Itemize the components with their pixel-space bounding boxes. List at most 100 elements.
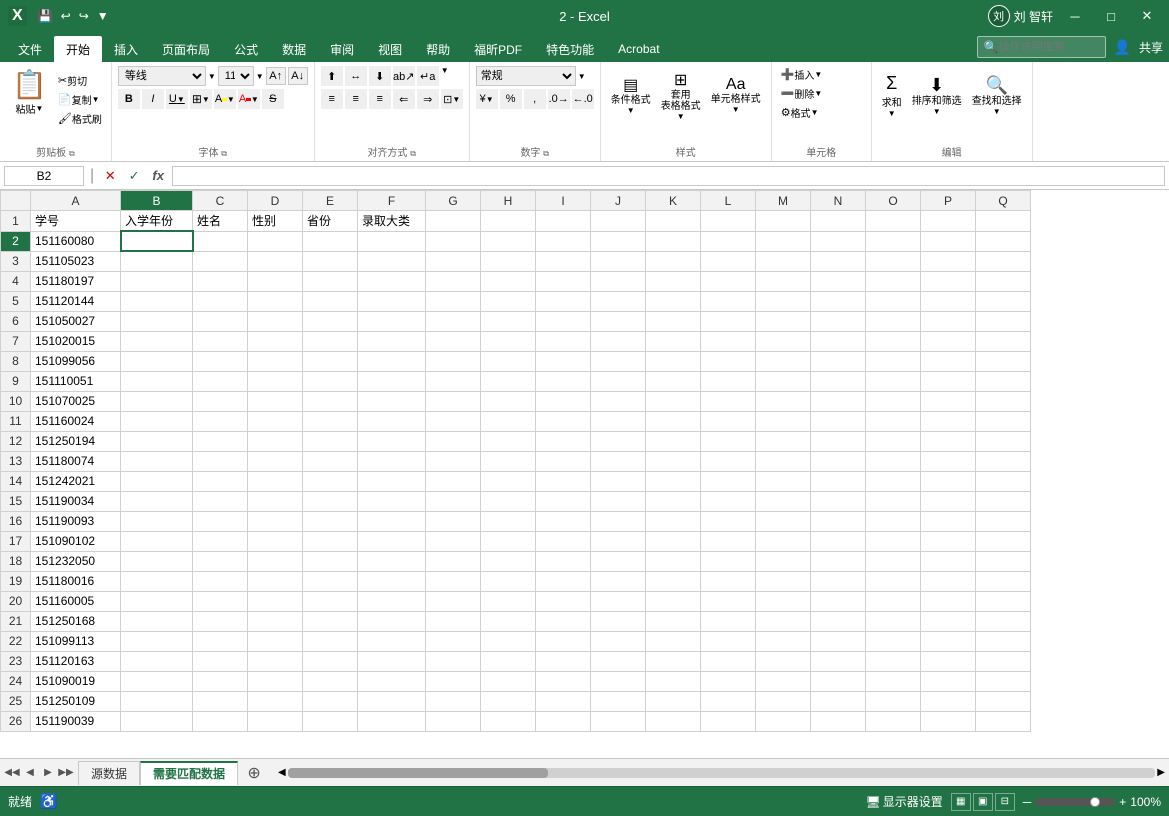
cell-G21[interactable] (426, 611, 481, 631)
cell-O15[interactable] (866, 491, 921, 511)
undo-icon[interactable]: ↩ (58, 8, 74, 24)
row-header-24[interactable]: 24 (1, 671, 31, 691)
cell-A12[interactable]: 151250194 (31, 431, 121, 451)
cell-C2[interactable] (193, 231, 248, 251)
cell-H17[interactable] (481, 531, 536, 551)
row-header-17[interactable]: 17 (1, 531, 31, 551)
cell-P4[interactable] (921, 271, 976, 291)
cell-O4[interactable] (866, 271, 921, 291)
cell-J16[interactable] (591, 511, 646, 531)
cell-O25[interactable] (866, 691, 921, 711)
cell-I24[interactable] (536, 671, 591, 691)
tab-formula[interactable]: 公式 (222, 36, 270, 62)
paste-button[interactable]: 📋 粘贴▼ (6, 66, 53, 118)
cell-F8[interactable] (358, 351, 426, 371)
cell-B7[interactable] (121, 331, 193, 351)
cell-G25[interactable] (426, 691, 481, 711)
cell-L9[interactable] (701, 371, 756, 391)
cell-N15[interactable] (811, 491, 866, 511)
cell-I17[interactable] (536, 531, 591, 551)
cell-C10[interactable] (193, 391, 248, 411)
cell-J8[interactable] (591, 351, 646, 371)
tab-help[interactable]: 帮助 (414, 36, 462, 62)
cell-H15[interactable] (481, 491, 536, 511)
cell-B26[interactable] (121, 711, 193, 731)
cell-C5[interactable] (193, 291, 248, 311)
cell-O1[interactable] (866, 211, 921, 232)
cell-Q15[interactable] (976, 491, 1031, 511)
cell-D18[interactable] (248, 551, 303, 571)
cell-H8[interactable] (481, 351, 536, 371)
cell-F18[interactable] (358, 551, 426, 571)
cell-D20[interactable] (248, 591, 303, 611)
fill-color-button[interactable]: A ▼ (214, 89, 236, 109)
cell-A5[interactable]: 151120144 (31, 291, 121, 311)
cell-D17[interactable] (248, 531, 303, 551)
page-break-view-button[interactable]: ⊟ (995, 793, 1015, 811)
border-button[interactable]: ⊞▼ (190, 89, 212, 109)
cell-K26[interactable] (646, 711, 701, 731)
cell-styles-button[interactable]: Aa 单元格样式 ▼ (707, 66, 765, 124)
cell-G12[interactable] (426, 431, 481, 451)
sheet-tab-match[interactable]: 需要匹配数据 (140, 761, 238, 785)
cell-B19[interactable] (121, 571, 193, 591)
cell-P18[interactable] (921, 551, 976, 571)
cell-N18[interactable] (811, 551, 866, 571)
cell-P9[interactable] (921, 371, 976, 391)
cell-J15[interactable] (591, 491, 646, 511)
cell-B23[interactable] (121, 651, 193, 671)
cell-K8[interactable] (646, 351, 701, 371)
cell-B9[interactable] (121, 371, 193, 391)
row-header-5[interactable]: 5 (1, 291, 31, 311)
cell-J25[interactable] (591, 691, 646, 711)
cell-K14[interactable] (646, 471, 701, 491)
cell-H9[interactable] (481, 371, 536, 391)
cell-O17[interactable] (866, 531, 921, 551)
formula-input[interactable] (172, 166, 1165, 186)
col-header-E[interactable]: E (303, 191, 358, 211)
tab-page-layout[interactable]: 页面布局 (150, 36, 222, 62)
cell-C24[interactable] (193, 671, 248, 691)
cell-E23[interactable] (303, 651, 358, 671)
cell-J20[interactable] (591, 591, 646, 611)
cell-E24[interactable] (303, 671, 358, 691)
cell-Q22[interactable] (976, 631, 1031, 651)
text-direction-button[interactable]: ab↗ (393, 66, 415, 86)
sheet-scroll-prev-icon[interactable]: ◀ (22, 765, 38, 781)
cell-Q6[interactable] (976, 311, 1031, 331)
cell-E12[interactable] (303, 431, 358, 451)
fill-button[interactable]: ⬇ 排序和筛选 ▼ (908, 66, 966, 124)
row-header-14[interactable]: 14 (1, 471, 31, 491)
cell-M20[interactable] (756, 591, 811, 611)
cell-Q11[interactable] (976, 411, 1031, 431)
cell-G8[interactable] (426, 351, 481, 371)
cell-K1[interactable] (646, 211, 701, 232)
cell-K7[interactable] (646, 331, 701, 351)
cell-O10[interactable] (866, 391, 921, 411)
cell-L1[interactable] (701, 211, 756, 232)
cell-E1[interactable]: 省份 (303, 211, 358, 232)
search-input[interactable] (999, 41, 1099, 53)
cell-J4[interactable] (591, 271, 646, 291)
cell-H7[interactable] (481, 331, 536, 351)
cell-K24[interactable] (646, 671, 701, 691)
save-icon[interactable]: 💾 (35, 8, 56, 24)
cell-K21[interactable] (646, 611, 701, 631)
cell-J26[interactable] (591, 711, 646, 731)
cell-A4[interactable]: 151180197 (31, 271, 121, 291)
cell-B13[interactable] (121, 451, 193, 471)
tab-file[interactable]: 文件 (6, 36, 54, 62)
cell-C9[interactable] (193, 371, 248, 391)
cell-L25[interactable] (701, 691, 756, 711)
cell-M21[interactable] (756, 611, 811, 631)
cell-Q3[interactable] (976, 251, 1031, 271)
cell-G16[interactable] (426, 511, 481, 531)
sheet-tab-source[interactable]: 源数据 (78, 761, 140, 785)
cell-A2[interactable]: 151160080 (31, 231, 121, 251)
minimize-icon[interactable]: ─ (1061, 5, 1089, 27)
cell-F12[interactable] (358, 431, 426, 451)
cell-O8[interactable] (866, 351, 921, 371)
decrease-decimal-button[interactable]: ←.0 (572, 89, 594, 109)
cell-H1[interactable] (481, 211, 536, 232)
italic-button[interactable]: I (142, 89, 164, 109)
